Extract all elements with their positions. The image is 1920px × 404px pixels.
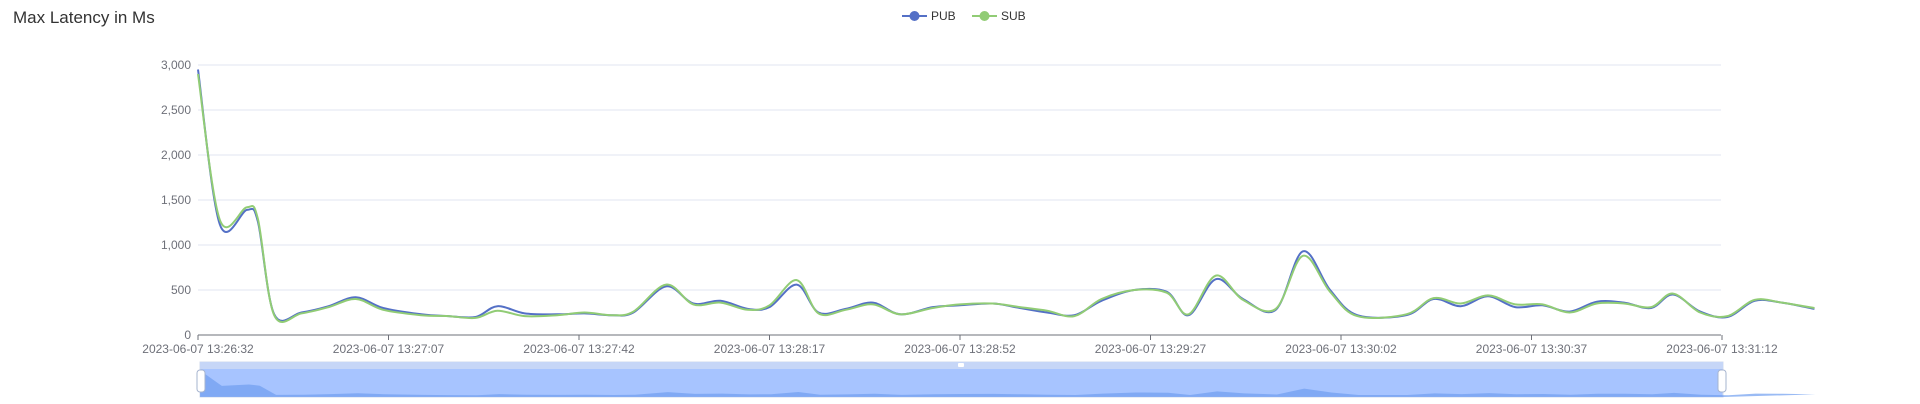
x-tick-label: 2023-06-07 13:31:12 bbox=[1666, 342, 1778, 356]
legend-label-pub[interactable]: PUB bbox=[931, 9, 956, 23]
series-line-sub bbox=[197, 73, 1815, 323]
y-tick-label: 3,000 bbox=[161, 58, 191, 72]
y-tick-label: 1,500 bbox=[161, 193, 191, 207]
datazoom-handle-right[interactable] bbox=[1717, 369, 1727, 393]
y-tick-label: 2,500 bbox=[161, 103, 191, 117]
legend-label-sub[interactable]: SUB bbox=[1001, 9, 1026, 23]
legend-symbol-pub[interactable] bbox=[909, 11, 920, 21]
x-tick-label: 2023-06-07 13:30:02 bbox=[1285, 342, 1397, 356]
y-tick-label: 1,000 bbox=[161, 238, 191, 252]
legend-symbol-sub[interactable] bbox=[979, 11, 990, 21]
y-tick-label: 0 bbox=[184, 328, 191, 342]
datazoom-move-handle[interactable] bbox=[958, 363, 964, 367]
x-tick-label: 2023-06-07 13:28:52 bbox=[904, 342, 1016, 356]
series-line-pub bbox=[197, 69, 1815, 322]
x-tick-label: 2023-06-07 13:27:42 bbox=[523, 342, 635, 356]
latency-line-chart: 0 500 1,000 1,500 2,000 2,500 3,000 2023-06-07 … bbox=[142, 9, 1816, 398]
x-tick-label: 2023-06-07 13:28:17 bbox=[714, 342, 826, 356]
x-tick-label: 2023-06-07 13:26:32 bbox=[142, 342, 254, 356]
datazoom-handle-left[interactable] bbox=[196, 369, 206, 393]
x-tick-label: 2023-06-07 13:30:37 bbox=[1476, 342, 1588, 356]
x-tick-label: 2023-06-07 13:29:27 bbox=[1095, 342, 1207, 356]
y-tick-label: 500 bbox=[171, 283, 191, 297]
x-tick-label: 2023-06-07 13:27:07 bbox=[333, 342, 445, 356]
y-tick-label: 2,000 bbox=[161, 148, 191, 162]
